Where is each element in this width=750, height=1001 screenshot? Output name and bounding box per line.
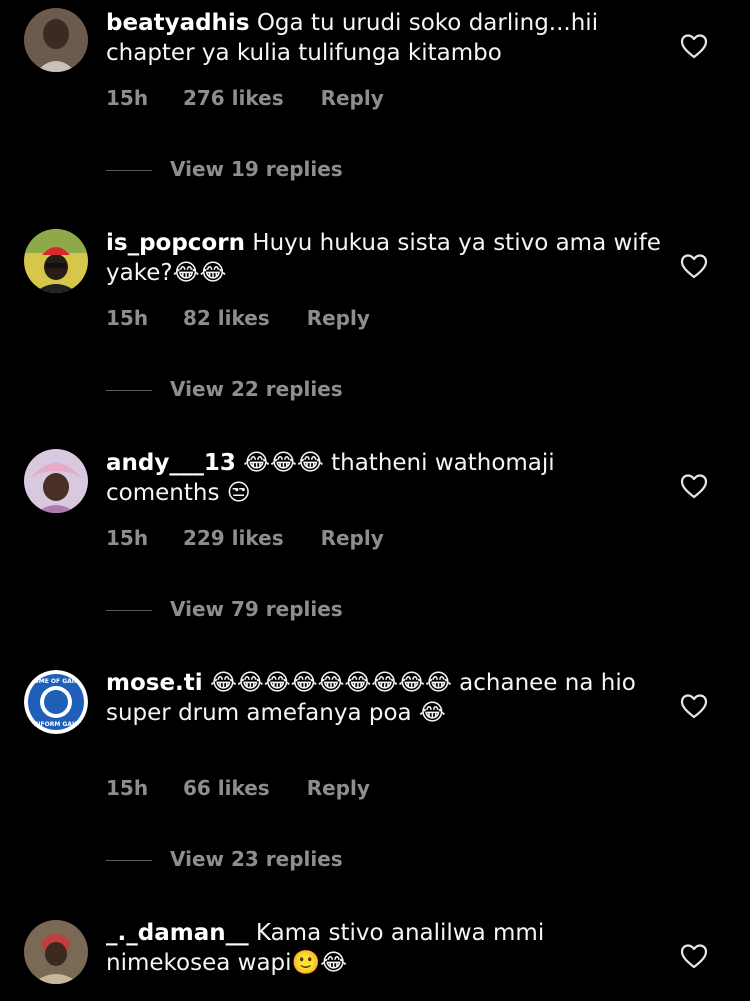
comment-likes[interactable]: 229 likes: [183, 526, 284, 550]
avatar[interactable]: [24, 920, 88, 984]
comment-username[interactable]: beatyadhis: [106, 10, 250, 36]
reply-button[interactable]: Reply: [307, 306, 370, 330]
comment-meta: 15h 276 likes Reply: [106, 86, 384, 110]
avatar[interactable]: [24, 449, 88, 513]
heart-outline-icon[interactable]: [680, 693, 708, 719]
comment-username[interactable]: andy___13: [106, 450, 236, 476]
heart-outline-icon[interactable]: [680, 33, 708, 59]
reply-button[interactable]: Reply: [321, 526, 384, 550]
comment-time: 15h: [106, 776, 149, 800]
replies-divider: [106, 610, 152, 611]
comment-username[interactable]: _._daman__: [106, 920, 249, 946]
replies-divider: [106, 390, 152, 391]
logo-text-bottom: UNIFORM GAINS: [28, 721, 83, 728]
comment-text: andy___13 😂😂😂 thatheni wathomaji comenth…: [106, 448, 666, 508]
comment-text: is_popcorn Huyu hukua sista ya stivo ama…: [106, 228, 666, 288]
reply-button[interactable]: Reply: [307, 776, 370, 800]
view-replies-label: View 79 replies: [170, 597, 343, 621]
logo-text-top: HOME OF GAINS: [29, 678, 84, 685]
comment-time: 15h: [106, 526, 149, 550]
comment-username[interactable]: mose.ti: [106, 670, 203, 696]
comment-time: 15h: [106, 306, 149, 330]
avatar[interactable]: HOME OF GAINS UNIFORM GAINS: [24, 670, 88, 734]
heart-outline-icon[interactable]: [680, 473, 708, 499]
heart-outline-icon[interactable]: [680, 253, 708, 279]
view-replies-button[interactable]: View 19 replies: [106, 157, 343, 181]
comment-likes[interactable]: 66 likes: [183, 776, 270, 800]
view-replies-button[interactable]: View 22 replies: [106, 377, 343, 401]
comment-username[interactable]: is_popcorn: [106, 230, 245, 256]
comment-text: beatyadhis Oga tu urudi soko darling...h…: [106, 8, 666, 68]
view-replies-label: View 22 replies: [170, 377, 343, 401]
comment-meta: 15h 229 likes Reply: [106, 526, 384, 550]
view-replies-label: View 19 replies: [170, 157, 343, 181]
view-replies-button[interactable]: View 23 replies: [106, 847, 343, 871]
replies-divider: [106, 170, 152, 171]
replies-divider: [106, 860, 152, 861]
comment-time: 15h: [106, 86, 149, 110]
comment-text: _._daman__ Kama stivo analilwa mmi nimek…: [106, 918, 666, 978]
avatar[interactable]: [24, 229, 88, 293]
comment-likes[interactable]: 82 likes: [183, 306, 270, 330]
comment-meta: 15h 82 likes Reply: [106, 306, 370, 330]
avatar[interactable]: [24, 8, 88, 72]
view-replies-label: View 23 replies: [170, 847, 343, 871]
reply-button[interactable]: Reply: [321, 86, 384, 110]
heart-outline-icon[interactable]: [680, 943, 708, 969]
comment-meta: 15h 66 likes Reply: [106, 776, 370, 800]
comment-text: mose.ti 😂😂😂😂😂😂😂😂😂 achanee na hio super d…: [106, 668, 666, 728]
comment-likes[interactable]: 276 likes: [183, 86, 284, 110]
view-replies-button[interactable]: View 79 replies: [106, 597, 343, 621]
